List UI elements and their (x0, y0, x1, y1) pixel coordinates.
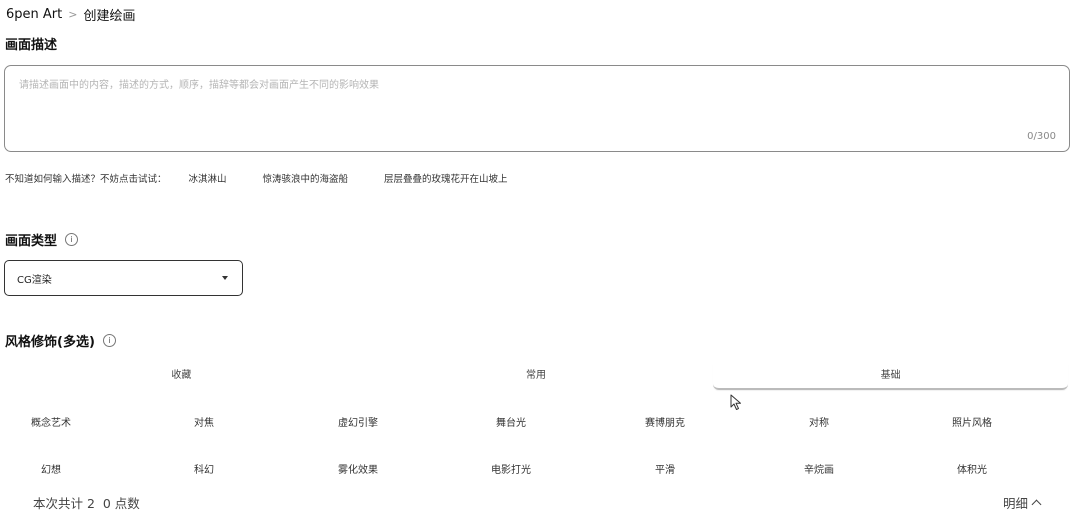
style-row-1: 概念艺术 对焦 虚幻引擎 舞台光 赛博朋克 对称 照片风格 (0, 414, 1078, 434)
style-option[interactable]: 舞台光 (496, 414, 526, 429)
details-label: 明细 (1002, 496, 1028, 511)
style-option[interactable]: 虚幻引擎 (338, 414, 378, 429)
suggestion-chip[interactable]: 惊涛骇浪中的海盗船 (263, 171, 349, 185)
suggestion-chip[interactable]: 冰淇淋山 (189, 171, 227, 185)
style-title-text: 风格修饰(多选) (5, 335, 95, 350)
description-title-text: 画面描述 (5, 38, 58, 53)
mouse-cursor-icon (730, 394, 741, 410)
style-option[interactable]: 雾化效果 (338, 461, 378, 476)
style-tabs: 收藏 常用 基础 (4, 364, 1069, 390)
suggestion-hint: 不知道如何输入描述？不妨点击试试： (5, 174, 167, 185)
cost-summary: 本次共计 2 0 点数 (33, 496, 140, 511)
style-option[interactable]: 概念艺术 (31, 414, 71, 429)
style-option[interactable]: 电影打光 (491, 461, 531, 476)
breadcrumb-current: 创建绘画 (83, 8, 136, 24)
style-option[interactable]: 平滑 (655, 461, 675, 476)
chevron-up-icon (1031, 499, 1042, 510)
style-option[interactable]: 幻想 (41, 461, 61, 476)
style-row-2: 幻想 科幻 雾化效果 电影打光 平滑 辛烷画 体积光 (0, 461, 1078, 481)
style-title: 风格修饰(多选) i (5, 331, 116, 350)
description-title: 画面描述 (5, 34, 57, 53)
breadcrumb-root[interactable]: 6pen Art (6, 7, 62, 22)
description-box[interactable]: 0/300 (4, 65, 1070, 152)
caret-down-icon (222, 276, 228, 280)
type-title-text: 画面类型 (5, 234, 58, 249)
type-select-value: CG渲染 (17, 274, 52, 286)
tab-favorites[interactable]: 收藏 (4, 364, 359, 390)
details-toggle[interactable]: 明细 (1002, 493, 1042, 512)
suggestion-chip[interactable]: 层层叠叠的玫瑰花开在山坡上 (384, 171, 508, 185)
type-title: 画面类型 i (5, 230, 79, 249)
tab-basic[interactable]: 基础 (713, 364, 1069, 390)
breadcrumb: 6pen Art > 创建绘画 (6, 4, 135, 24)
char-counter: 0/300 (1027, 131, 1056, 142)
style-option[interactable]: 照片风格 (952, 414, 992, 429)
style-option[interactable]: 科幻 (194, 461, 214, 476)
info-icon[interactable]: i (102, 334, 116, 347)
breadcrumb-separator: > (68, 7, 78, 21)
style-option[interactable]: 辛烷画 (804, 461, 834, 476)
style-option[interactable]: 体积光 (957, 461, 987, 476)
style-option[interactable]: 对称 (809, 414, 829, 429)
style-option[interactable]: 赛博朋克 (645, 414, 685, 429)
suggestion-row: 不知道如何输入描述？不妨点击试试： 冰淇淋山 惊涛骇浪中的海盗船 层层叠叠的玫瑰… (5, 171, 544, 185)
info-icon[interactable]: i (65, 233, 79, 246)
tab-common[interactable]: 常用 (359, 364, 714, 390)
type-select[interactable]: CG渲染 (4, 260, 243, 296)
description-input[interactable] (19, 76, 1049, 126)
style-option[interactable]: 对焦 (194, 414, 214, 429)
